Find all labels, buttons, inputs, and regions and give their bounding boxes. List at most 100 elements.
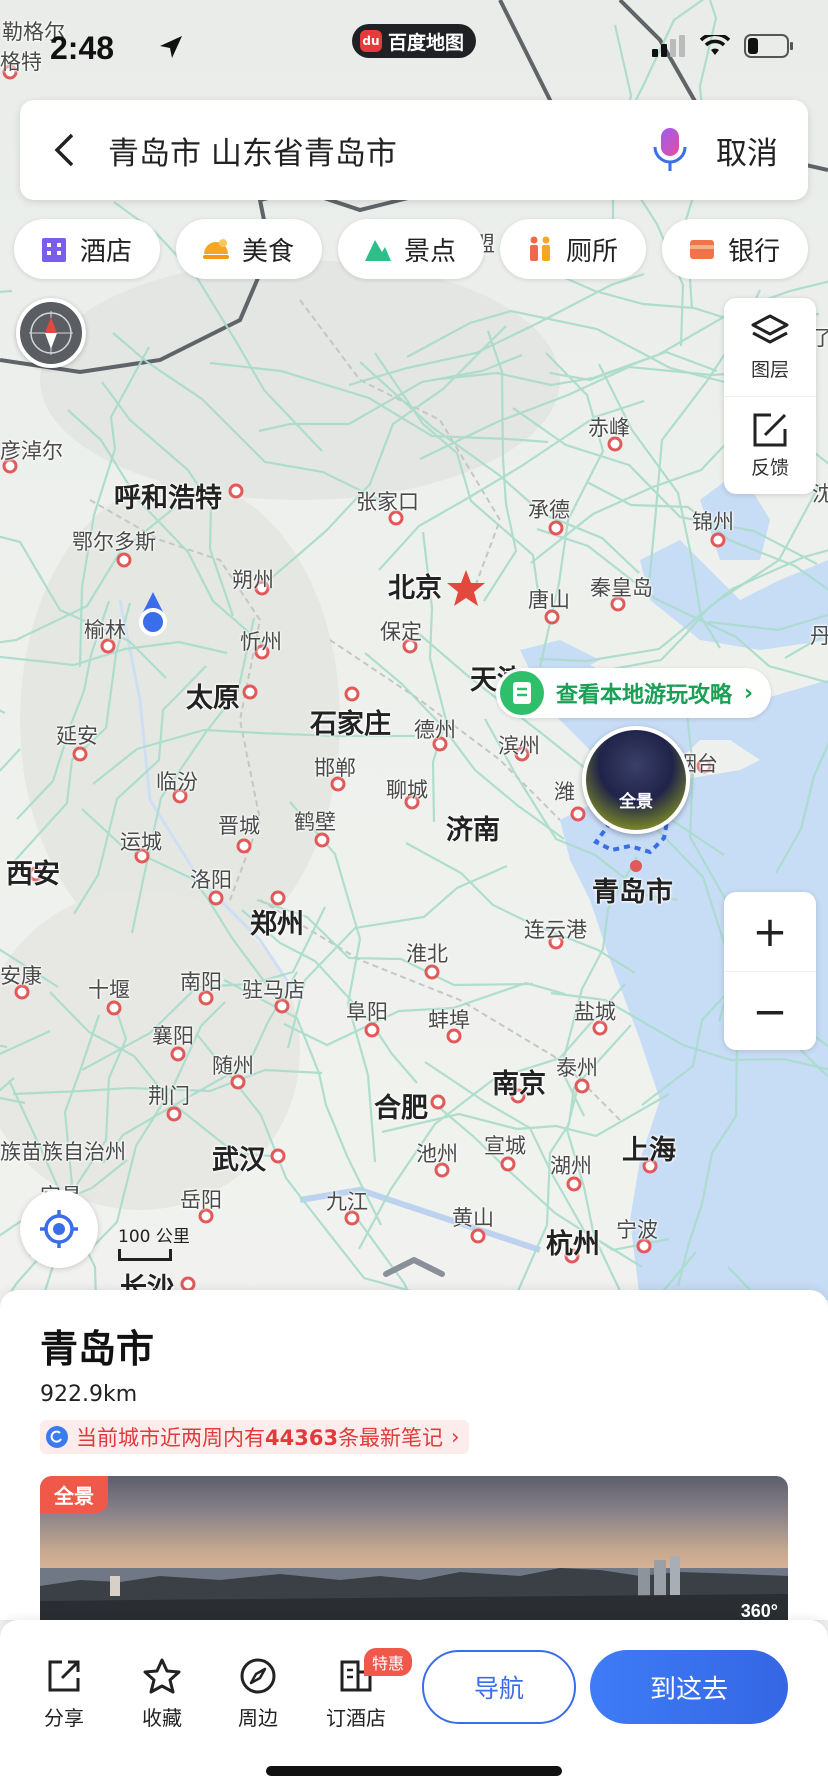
- locate-me-button[interactable]: [20, 1190, 98, 1268]
- back-button[interactable]: [20, 100, 108, 200]
- notes-banner[interactable]: 当前城市近两周内有44363条最新笔记 ›: [40, 1420, 470, 1454]
- city-label[interactable]: 锦州: [692, 506, 734, 536]
- city-label[interactable]: 黄山: [452, 1202, 494, 1232]
- city-dot-icon: [236, 838, 252, 854]
- battery-icon: [744, 34, 793, 58]
- city-label[interactable]: 岳阳: [180, 1184, 222, 1214]
- city-label[interactable]: 北京: [388, 566, 442, 605]
- city-label[interactable]: 南京: [492, 1062, 546, 1101]
- food-icon: [200, 233, 232, 265]
- go-here-button[interactable]: 到这去: [590, 1650, 788, 1724]
- favorite-button[interactable]: 收藏: [122, 1656, 202, 1731]
- panorama-bubble[interactable]: 全景: [582, 726, 690, 834]
- city-label[interactable]: 襄阳: [152, 1020, 194, 1050]
- city-label[interactable]: 淮北: [406, 938, 448, 968]
- city-label[interactable]: 上海: [622, 1128, 676, 1167]
- city-label[interactable]: 赤峰: [588, 412, 630, 442]
- category-chip-scenic[interactable]: 景点: [338, 219, 485, 279]
- city-label[interactable]: 丹: [810, 620, 828, 650]
- city-label[interactable]: 十堰: [88, 974, 130, 1004]
- city-label[interactable]: 杭州: [546, 1222, 600, 1261]
- city-label[interactable]: 蚌埠: [428, 1004, 470, 1034]
- city-label[interactable]: 临汾: [156, 766, 198, 796]
- share-button[interactable]: 分享: [24, 1656, 104, 1731]
- cellular-signal-icon: [652, 35, 685, 57]
- city-label[interactable]: 湖州: [550, 1150, 592, 1180]
- compass-button[interactable]: [16, 298, 86, 368]
- city-label[interactable]: 南阳: [180, 966, 222, 996]
- city-label[interactable]: 鹤壁: [294, 806, 336, 836]
- city-label[interactable]: 泰州: [556, 1052, 598, 1082]
- city-label[interactable]: 潍: [554, 776, 575, 806]
- road-line: [283, 981, 566, 1047]
- city-label[interactable]: 武汉: [212, 1138, 266, 1177]
- map-tool-panel: 图层 反馈: [724, 298, 816, 494]
- bank-icon: [686, 233, 718, 265]
- city-label[interactable]: 宣城: [484, 1130, 526, 1160]
- city-label[interactable]: 西安: [6, 852, 60, 891]
- city-label[interactable]: 榆林: [84, 614, 126, 644]
- city-label[interactable]: 承德: [528, 494, 570, 524]
- city-label[interactable]: 朔州: [232, 564, 274, 594]
- city-label[interactable]: 太原: [186, 676, 240, 715]
- category-chip-restroom[interactable]: 厕所: [500, 219, 647, 279]
- city-label[interactable]: 九江: [326, 1186, 368, 1216]
- city-label[interactable]: 济南: [446, 808, 500, 847]
- local-guide-button[interactable]: 查看本地游玩攻略 ›: [496, 668, 772, 718]
- city-label[interactable]: 张家口: [356, 486, 419, 516]
- feedback-button[interactable]: 反馈: [724, 396, 816, 494]
- city-label[interactable]: 保定: [380, 616, 422, 646]
- city-label[interactable]: 延安: [56, 720, 98, 750]
- city-label[interactable]: 荆门: [148, 1080, 190, 1110]
- city-label[interactable]: 滨州: [498, 730, 540, 760]
- wifi-icon: [700, 35, 730, 55]
- search-query[interactable]: 青岛市 山东省青岛市: [108, 128, 640, 173]
- feedback-label: 反馈: [750, 457, 789, 479]
- city-label[interactable]: 驻马店: [242, 974, 305, 1004]
- city-label[interactable]: 秦皇岛: [590, 572, 653, 602]
- city-label[interactable]: 盐城: [574, 996, 616, 1026]
- city-label[interactable]: 唐山: [528, 584, 570, 614]
- city-label[interactable]: 石家庄: [310, 702, 391, 741]
- hotel-icon: [38, 233, 70, 265]
- city-label[interactable]: 聊城: [386, 774, 428, 804]
- sheet-expand-handle-icon[interactable]: [382, 1254, 446, 1278]
- city-label[interactable]: 鄂尔多斯: [72, 526, 156, 556]
- city-label[interactable]: 邯郸: [314, 752, 356, 782]
- city-label[interactable]: 运城: [120, 826, 162, 856]
- layers-button[interactable]: 图层: [724, 298, 816, 396]
- category-chip-bank[interactable]: 银行: [662, 219, 809, 279]
- city-label[interactable]: 池州: [416, 1138, 458, 1168]
- city-label[interactable]: 忻州: [240, 626, 282, 656]
- city-label[interactable]: 德州: [414, 714, 456, 744]
- city-label[interactable]: 安康: [0, 960, 42, 990]
- city-dot-icon: [180, 1276, 196, 1292]
- navigate-button[interactable]: 导航: [422, 1650, 576, 1724]
- city-label[interactable]: 族苗族自治州: [0, 1136, 126, 1166]
- city-label[interactable]: 青岛市: [592, 870, 673, 909]
- city-label[interactable]: 呼和浩特: [114, 476, 222, 515]
- book-hotel-button[interactable]: 特惠 订酒店: [316, 1648, 413, 1731]
- guide-label: 查看本地游玩攻略: [556, 683, 733, 708]
- city-label[interactable]: 阜阳: [346, 996, 388, 1026]
- city-label[interactable]: 彦淖尔: [0, 435, 63, 465]
- city-label[interactable]: 合肥: [374, 1086, 428, 1125]
- category-chip-food[interactable]: 美食: [176, 219, 323, 279]
- zoom-out-button[interactable]: −: [724, 971, 816, 1050]
- city-label[interactable]: 连云港: [524, 914, 587, 944]
- category-chip-hotel[interactable]: 酒店: [14, 219, 161, 279]
- city-label[interactable]: 洛阳: [190, 864, 232, 894]
- nearby-button[interactable]: 周边: [218, 1656, 298, 1731]
- city-label[interactable]: 随州: [212, 1050, 254, 1080]
- cancel-button[interactable]: 取消: [700, 128, 808, 173]
- city-label[interactable]: 宁波: [616, 1214, 658, 1244]
- city-label[interactable]: 郑州: [250, 902, 304, 941]
- zoom-in-button[interactable]: +: [724, 892, 816, 971]
- app-name: 百度地图: [388, 31, 465, 54]
- city-label[interactable]: 晋城: [218, 810, 260, 840]
- action-bar: 分享 收藏 周边 特惠 订酒店 导航 到这去: [0, 1620, 828, 1792]
- chevron-right-icon: ›: [744, 680, 754, 706]
- app-indicator: du 百度地图: [352, 24, 477, 58]
- voice-search-button[interactable]: [640, 100, 700, 200]
- panorama-card[interactable]: 全景 360°: [40, 1476, 788, 1626]
